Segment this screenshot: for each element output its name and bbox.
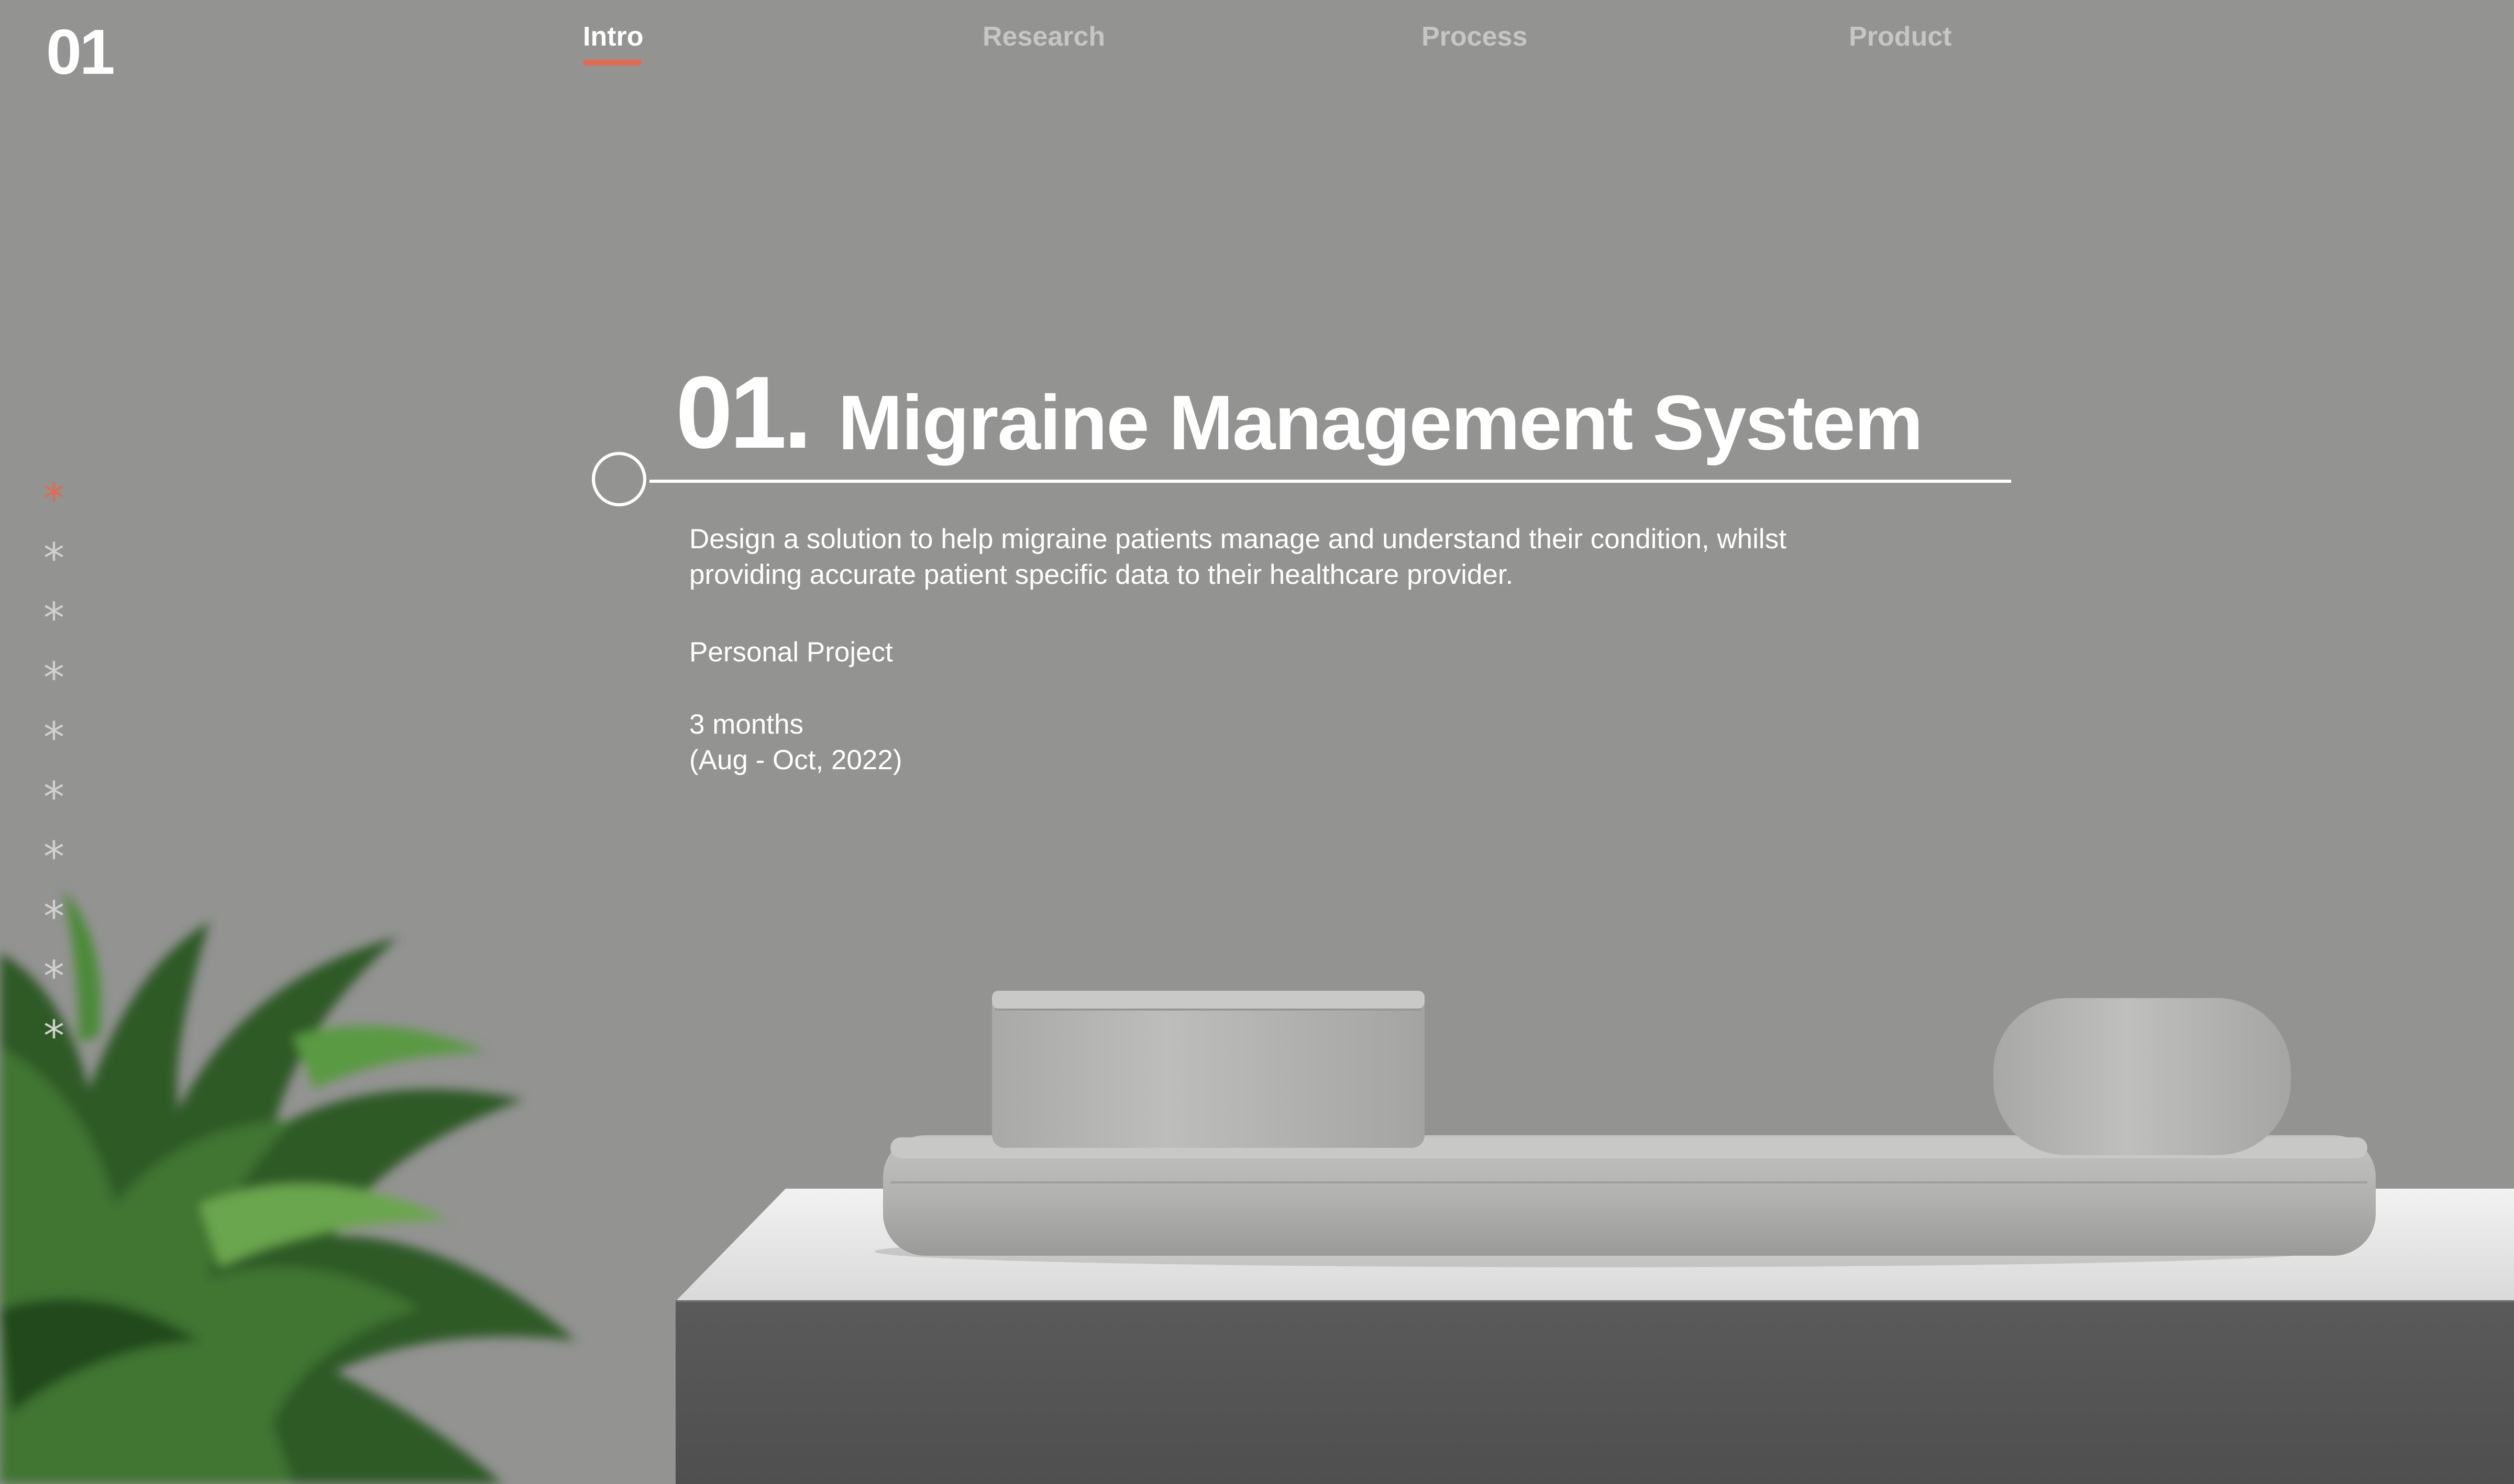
- project-type: Personal Project: [689, 637, 893, 668]
- section-star-icon[interactable]: *: [37, 478, 71, 520]
- nav-tab-process[interactable]: Process: [1421, 23, 1527, 50]
- section-star-icon[interactable]: *: [37, 956, 71, 998]
- nav-tab-intro[interactable]: Intro: [583, 23, 644, 50]
- section-star-icon[interactable]: *: [37, 538, 71, 580]
- top-navigation: Intro Research Process Product: [0, 0, 2514, 84]
- hero-title: 01. Migraine Management System: [676, 361, 2037, 477]
- section-star-icon[interactable]: *: [37, 717, 71, 759]
- pedestal-image: [676, 1189, 2514, 1484]
- plant-image: [0, 890, 576, 1484]
- section-star-icon[interactable]: *: [37, 896, 71, 938]
- hero-product-scene: [0, 890, 2514, 1484]
- circle-marker-icon: [592, 452, 646, 506]
- section-star-icon[interactable]: *: [37, 657, 71, 699]
- project-description: Design a solution to help migraine patie…: [689, 524, 1787, 590]
- device-base-image: [875, 991, 2376, 1267]
- nav-active-indicator: [583, 60, 642, 65]
- project-duration: 3 months: [689, 709, 804, 740]
- project-title: Migraine Management System: [838, 380, 1923, 466]
- section-star-icon[interactable]: *: [37, 597, 71, 639]
- nav-tab-research[interactable]: Research: [983, 23, 1105, 50]
- project-number: 01.: [676, 355, 812, 470]
- section-star-icon[interactable]: *: [37, 836, 71, 878]
- section-star-icon[interactable]: *: [37, 1015, 71, 1057]
- title-divider: [649, 480, 2011, 483]
- project-dates: (Aug - Oct, 2022): [689, 745, 902, 776]
- section-star-icon[interactable]: *: [37, 777, 71, 818]
- nav-tab-product[interactable]: Product: [1849, 23, 1951, 50]
